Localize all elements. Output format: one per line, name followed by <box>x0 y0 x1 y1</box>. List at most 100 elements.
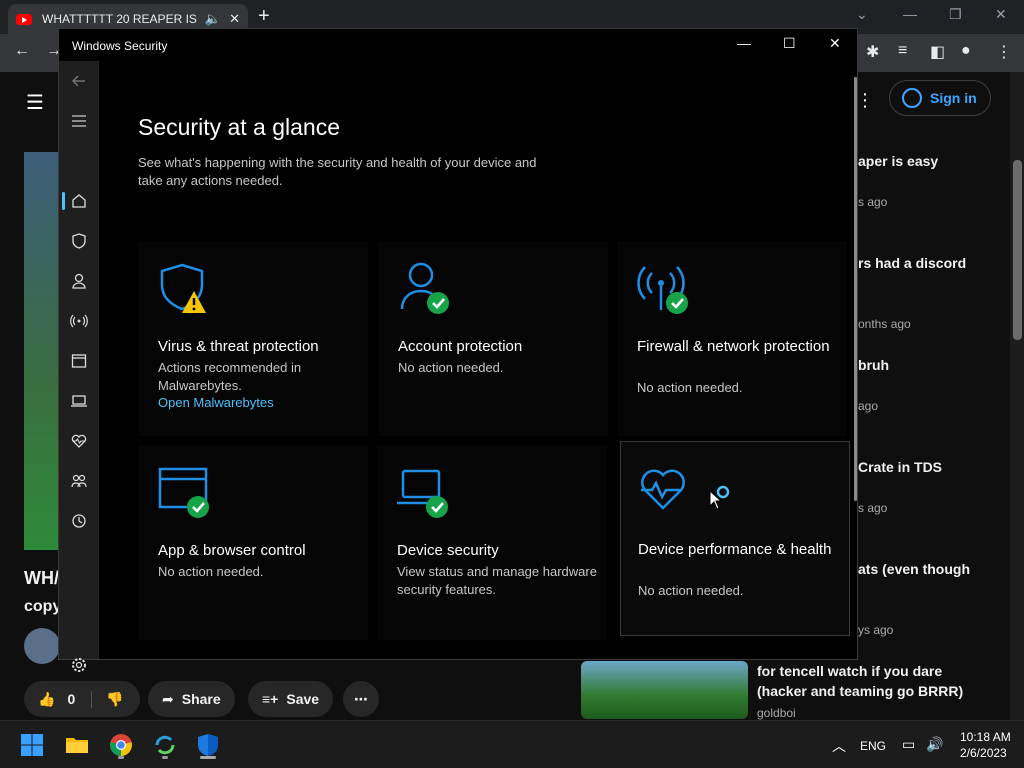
page-scrollbar[interactable] <box>1010 72 1024 720</box>
security-shield-icon <box>198 734 218 756</box>
close-icon[interactable]: ✕ <box>829 35 841 52</box>
rec-title[interactable]: for tencell watch if you dare <box>757 663 942 679</box>
chevron-down-icon[interactable]: ⌄ <box>856 6 868 23</box>
heart-icon[interactable] <box>59 421 99 461</box>
menu-icon[interactable]: ⋮ <box>996 42 1012 62</box>
tile-virus-threat-protection[interactable]: Virus & threat protection Actions recomm… <box>138 241 368 436</box>
sign-in-button[interactable]: Sign in <box>889 80 991 116</box>
rec-title[interactable]: rs had a discord <box>858 255 966 271</box>
family-icon[interactable] <box>59 461 99 501</box>
folder-icon <box>66 738 88 753</box>
more-actions-button[interactable]: ⋯ <box>343 681 379 717</box>
antenna-check-icon <box>637 266 688 314</box>
heart-pulse-icon <box>641 469 685 510</box>
rec-title[interactable]: Crate in TDS <box>858 459 942 475</box>
tile-title: Device security <box>397 542 499 559</box>
back-arrow-icon[interactable]: ← <box>14 42 30 60</box>
windows-security-taskbar-button[interactable] <box>192 729 224 761</box>
playlist-add-icon: ≡+ <box>262 691 279 707</box>
rec-title-line2[interactable]: (hacker and teaming go BRRR) <box>757 683 963 699</box>
tile-title: Virus & threat protection <box>158 338 319 355</box>
close-icon[interactable]: ✕ <box>995 6 1007 23</box>
tile-account-protection[interactable]: Account protection No action needed. <box>378 241 608 436</box>
person-icon[interactable] <box>59 261 99 301</box>
settings-icon[interactable] <box>59 645 99 685</box>
app-window-icon[interactable] <box>59 341 99 381</box>
tile-firewall-network-protection[interactable]: Firewall & network protection No action … <box>617 241 847 436</box>
running-indicator <box>162 756 168 759</box>
window-title: Windows Security <box>72 39 168 53</box>
clock-time[interactable]: 10:18 AM <box>960 730 1011 744</box>
open-malwarebytes-link[interactable]: Open Malwarebytes <box>158 395 274 410</box>
scrollbar-thumb[interactable] <box>1013 160 1022 340</box>
avatar[interactable] <box>24 628 60 664</box>
page-description: See what's happening with the security a… <box>138 155 537 188</box>
thumbs-up-icon: 👍 <box>38 690 56 707</box>
youtube-favicon-icon <box>16 13 32 25</box>
speaker-icon[interactable]: 🔈 <box>205 11 221 27</box>
wireless-icon[interactable] <box>59 301 99 341</box>
minimize-icon[interactable]: — <box>737 35 751 51</box>
minimize-icon[interactable]: — <box>903 6 917 22</box>
hamburger-icon[interactable]: ☰ <box>26 90 44 115</box>
tile-device-performance-health[interactable]: Device performance & health No action ne… <box>620 441 850 636</box>
thumbs-down-icon[interactable]: 👎 <box>91 690 124 708</box>
window-scrollbar[interactable] <box>854 77 857 501</box>
media-control-icon[interactable]: ≡ <box>898 42 907 60</box>
display-icon[interactable]: ▭ <box>902 736 915 753</box>
app-taskbar-button[interactable] <box>149 729 181 761</box>
save-button[interactable]: ≡+ Save <box>248 681 334 717</box>
window-titlebar[interactable]: Windows Security — ☐ ✕ <box>59 29 857 61</box>
tile-status: Actions recommended in Malwarebytes. <box>158 360 302 393</box>
laptop-icon[interactable] <box>59 381 99 421</box>
tile-status: View status and manage hardware security… <box>397 564 597 597</box>
taskbar: ︿ ENG ▭ 🔊 10:18 AM 2/6/2023 <box>0 720 1024 768</box>
video-title-fragment: WH/ <box>24 568 59 588</box>
rec-title[interactable]: aper is easy <box>858 153 938 169</box>
new-tab-plus-icon[interactable]: + <box>258 5 270 28</box>
start-button[interactable] <box>16 729 48 761</box>
rec-title[interactable]: ats (even though <box>858 561 970 577</box>
volume-icon[interactable]: 🔊 <box>926 736 943 753</box>
tile-title: Firewall & network protection <box>637 338 830 355</box>
side-panel-icon[interactable]: ◧ <box>930 42 945 62</box>
like-button[interactable]: 👍 0 👎 <box>24 681 140 717</box>
maximize-icon[interactable]: ☐ <box>783 35 796 52</box>
rec-channel[interactable]: goldboi <box>757 706 796 720</box>
shield-icon[interactable] <box>59 221 99 261</box>
back-icon[interactable] <box>59 61 99 101</box>
tile-status: No action needed. <box>158 564 264 579</box>
tile-title: App & browser control <box>158 542 306 559</box>
tab-close-icon[interactable]: ✕ <box>229 11 240 27</box>
video-title-fragment-2: copy <box>24 598 62 615</box>
like-count: 0 <box>67 691 76 707</box>
browser-check-icon <box>158 467 209 518</box>
more-options-icon[interactable]: ⋮ <box>856 90 874 111</box>
profile-icon[interactable]: ● <box>961 42 971 60</box>
share-label: Share <box>181 691 221 707</box>
tile-status: No action needed. <box>638 583 744 598</box>
share-button[interactable]: ➦ Share <box>148 681 235 717</box>
restore-icon[interactable]: ❐ <box>949 6 962 23</box>
language-indicator[interactable]: ENG <box>860 739 886 753</box>
extensions-icon[interactable]: ✱ <box>866 42 879 62</box>
laptop-check-icon <box>397 469 448 518</box>
windows-security-window: Windows Security — ☐ ✕ Security at a gla… <box>58 28 858 672</box>
rec-meta: s ago <box>858 501 888 515</box>
person-icon <box>902 88 922 108</box>
rec-thumbnail[interactable] <box>581 661 748 719</box>
tile-device-security[interactable]: Device security View status and manage h… <box>377 445 607 640</box>
windows-logo-icon <box>21 734 43 756</box>
clock-date[interactable]: 2/6/2023 <box>960 746 1007 760</box>
chrome-taskbar-button[interactable] <box>105 729 137 761</box>
history-icon[interactable] <box>59 501 99 541</box>
tile-app-browser-control[interactable]: App & browser control No action needed. <box>138 445 368 640</box>
video-player[interactable] <box>24 152 60 550</box>
file-explorer-button[interactable] <box>61 729 93 761</box>
tile-title: Device performance & health <box>638 541 832 558</box>
chevron-up-icon[interactable]: ︿ <box>832 736 846 756</box>
home-icon[interactable] <box>59 181 99 221</box>
rec-title[interactable]: bruh <box>858 357 889 373</box>
active-indicator <box>200 756 216 759</box>
hamburger-icon[interactable] <box>59 101 99 141</box>
